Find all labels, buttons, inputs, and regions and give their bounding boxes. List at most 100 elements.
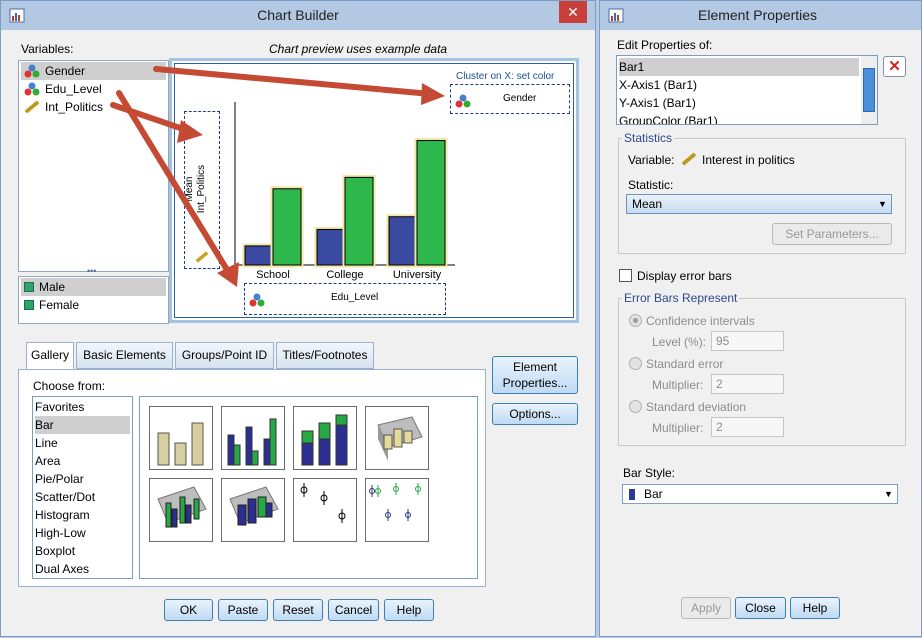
element-item-bar1[interactable]: Bar1 — [619, 58, 859, 76]
bar-university-2 — [416, 140, 446, 266]
x-tick-label: University — [393, 269, 442, 281]
category-item-male: Male — [21, 278, 166, 296]
element-list[interactable]: Bar1 X-Axis1 (Bar1) Y-Axis1 (Bar1) Group… — [616, 55, 878, 125]
splitter-grip-icon[interactable]: ••• — [87, 266, 96, 276]
paste-button[interactable]: Paste — [218, 599, 268, 621]
chevron-down-icon: ▼ — [878, 199, 887, 209]
preview-bar-chart: School College University — [234, 102, 455, 281]
variables-list[interactable]: Gender Edu_Level Int_Politics — [18, 60, 169, 272]
apply-button[interactable]: Apply — [681, 597, 731, 619]
chart-builder-titlebar: Chart Builder ✕ — [1, 1, 595, 30]
element-properties-title: Element Properties — [698, 7, 818, 23]
sd-multiplier-input[interactable]: 2 — [711, 417, 784, 437]
element-properties-button[interactable]: Element Properties... — [492, 356, 578, 394]
3d-stacked-bar-thumbnail[interactable] — [221, 478, 285, 542]
choose-from-label: Choose from: — [33, 379, 106, 393]
variable-item-gender[interactable]: Gender — [21, 62, 166, 80]
clustered-error-bar-thumbnail[interactable] — [365, 478, 429, 542]
bar-school-2 — [272, 188, 302, 266]
element-item-y-axis[interactable]: Y-Axis1 (Bar1) — [619, 94, 875, 112]
help-button[interactable]: Help — [384, 599, 434, 621]
x-tick-label: College — [326, 269, 363, 281]
reset-button[interactable]: Reset — [273, 599, 323, 621]
gallery-panel: Choose from: Favorites Bar Line Area Pie… — [18, 369, 486, 587]
preview-note: Chart preview uses example data — [269, 42, 448, 56]
chart-type-boxplot[interactable]: Boxplot — [35, 542, 130, 560]
spss-app-icon — [608, 8, 624, 23]
categories-list: Male Female — [18, 276, 169, 324]
chart-type-scatter-dot[interactable]: Scatter/Dot — [35, 488, 130, 506]
bar-style-select[interactable]: Bar ▼ — [622, 484, 898, 504]
error-bars-group-title: Error Bars Represent — [622, 291, 740, 305]
ci-label: Confidence intervals — [646, 314, 755, 328]
stacked-bar-thumbnail[interactable] — [293, 406, 357, 470]
bar-college-1 — [316, 228, 346, 266]
se-multiplier-input[interactable]: 2 — [711, 374, 784, 394]
scale-icon — [24, 100, 40, 114]
bar-college-2 — [344, 176, 374, 266]
chart-canvas[interactable]: Cluster on X: set color Gender Mean Int_… — [169, 58, 579, 323]
close-dialog-button[interactable]: Close — [735, 597, 786, 619]
nominal-icon — [24, 82, 40, 96]
tab-basic-elements[interactable]: Basic Elements — [76, 342, 173, 369]
display-error-bars-checkbox[interactable] — [619, 269, 632, 282]
statistic-select[interactable]: Mean ▼ — [626, 194, 892, 214]
bar-swatch-icon — [629, 489, 635, 500]
3d-clustered-bar-thumbnail[interactable] — [149, 478, 213, 542]
3d-bar-thumbnail[interactable] — [365, 406, 429, 470]
bar-university-1 — [388, 216, 418, 266]
level-label: Level (%): — [652, 335, 707, 349]
delete-x-icon: ✕ — [888, 58, 901, 75]
chart-type-histogram[interactable]: Histogram — [35, 506, 130, 524]
simple-bar-thumbnail[interactable] — [149, 406, 213, 470]
category-icon — [24, 300, 34, 310]
sd-radio[interactable] — [629, 400, 642, 413]
ci-radio[interactable] — [629, 314, 642, 327]
statistic-label: Statistic: — [628, 178, 674, 192]
chart-type-dual-axes[interactable]: Dual Axes — [35, 560, 130, 578]
category-item-female: Female — [21, 296, 166, 314]
element-properties-titlebar: Element Properties — [600, 1, 921, 30]
gallery-thumbnails — [139, 396, 478, 579]
chart-type-bar[interactable]: Bar — [35, 416, 130, 434]
statistics-group-title: Statistics — [622, 131, 675, 145]
display-error-bars-label: Display error bars — [637, 269, 732, 283]
delete-element-button[interactable]: ✕ — [883, 56, 906, 77]
category-icon — [24, 282, 34, 292]
variable-item-edu-level[interactable]: Edu_Level — [21, 80, 166, 98]
sd-label: Standard deviation — [646, 400, 747, 414]
nominal-icon — [24, 64, 40, 78]
options-button[interactable]: Options... — [492, 403, 578, 425]
variable-value: Interest in politics — [702, 153, 795, 167]
scale-icon — [681, 152, 697, 166]
element-item-x-axis[interactable]: X-Axis1 (Bar1) — [619, 76, 875, 94]
level-input[interactable]: 95 — [711, 331, 784, 351]
x-tick-label: School — [256, 269, 290, 281]
se-label: Standard error — [646, 357, 724, 371]
chart-type-list[interactable]: Favorites Bar Line Area Pie/Polar Scatte… — [32, 396, 133, 579]
chart-type-area[interactable]: Area — [35, 452, 130, 470]
chart-type-high-low[interactable]: High-Low — [35, 524, 130, 542]
bar-school-1 — [244, 245, 274, 266]
chart-type-pie-polar[interactable]: Pie/Polar — [35, 470, 130, 488]
bar-style-label: Bar Style: — [623, 466, 676, 480]
element-properties-window: Element Properties Edit Properties of: B… — [599, 0, 922, 637]
set-parameters-button[interactable]: Set Parameters... — [772, 223, 892, 245]
chart-type-line[interactable]: Line — [35, 434, 130, 452]
ep-help-button[interactable]: Help — [790, 597, 840, 619]
cancel-button[interactable]: Cancel — [328, 599, 379, 621]
element-item-groupcolor[interactable]: GroupColor (Bar1) — [619, 112, 875, 124]
ok-button[interactable]: OK — [164, 599, 213, 621]
variable-item-int-politics[interactable]: Int_Politics — [21, 98, 166, 116]
chart-type-favorites[interactable]: Favorites — [35, 398, 130, 416]
clustered-bar-thumbnail[interactable] — [221, 406, 285, 470]
se-multiplier-label: Multiplier: — [652, 378, 704, 392]
element-list-scrollbar[interactable] — [861, 56, 877, 124]
tab-titles-footnotes[interactable]: Titles/Footnotes — [276, 342, 374, 369]
tab-groups-point-id[interactable]: Groups/Point ID — [175, 342, 274, 369]
chevron-down-icon: ▼ — [884, 489, 893, 499]
error-bar-thumbnail[interactable] — [293, 478, 357, 542]
se-radio[interactable] — [629, 357, 642, 370]
tab-gallery[interactable]: Gallery — [26, 342, 74, 370]
close-button[interactable]: ✕ — [559, 1, 587, 23]
